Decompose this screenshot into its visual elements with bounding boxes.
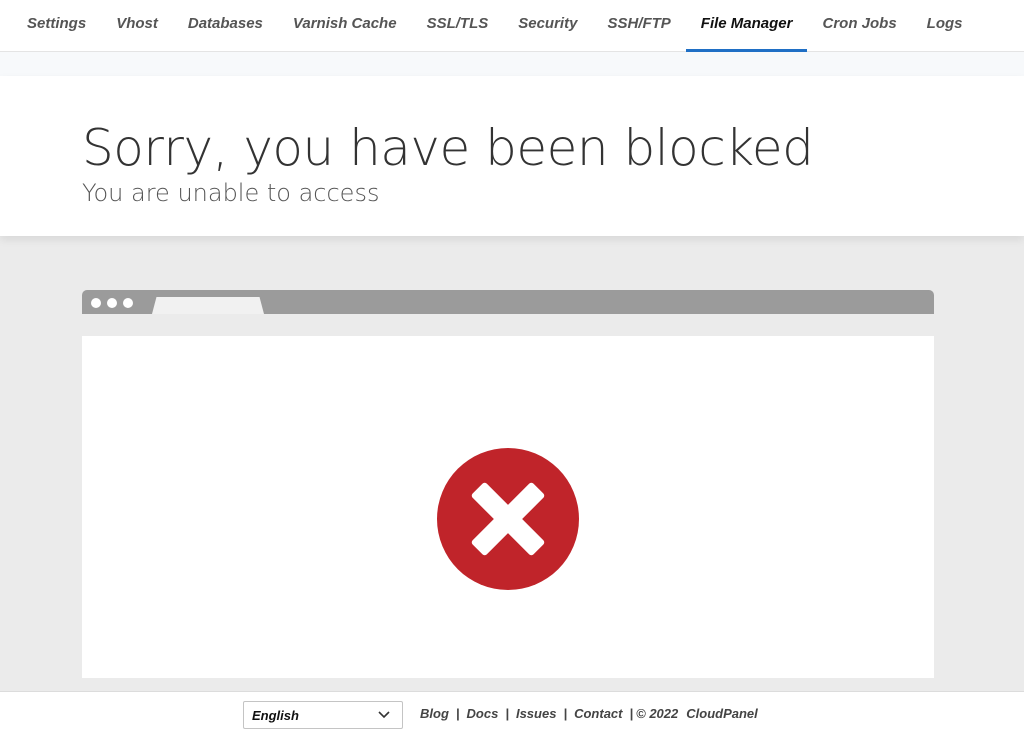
brand-name: CloudPanel [686, 706, 758, 721]
page-title: Sorry, you have been blocked [82, 119, 814, 177]
content-area [0, 236, 1024, 692]
tab-label: Varnish Cache [292, 15, 397, 32]
nav-strip [0, 52, 1024, 76]
tab-varnish-cache[interactable]: Varnish Cache [278, 0, 412, 51]
window-dot-icon [107, 298, 117, 308]
tab-label: Security [518, 15, 578, 32]
x-circle-icon [437, 448, 579, 590]
tab-label: Vhost [116, 15, 158, 32]
footer-link-contact[interactable]: Contact [574, 706, 622, 721]
footer-separator: | [505, 706, 509, 721]
page-subtitle: You are unable to access [82, 179, 380, 207]
tab-cron-jobs[interactable]: Cron Jobs [807, 0, 911, 51]
footer-separator: | [563, 706, 568, 721]
tab-vhost[interactable]: Vhost [101, 0, 173, 51]
tab-label: Cron Jobs [822, 15, 897, 32]
chevron-down-icon [378, 711, 390, 719]
tab-ssh-ftp[interactable]: SSH/FTP [592, 0, 685, 51]
tab-label: SSH/FTP [607, 15, 671, 32]
language-value: English [252, 708, 299, 723]
tab-label: Databases [187, 15, 263, 32]
footer-separator: | [455, 706, 460, 721]
tab-settings[interactable]: Settings [12, 0, 101, 51]
browser-illustration [82, 290, 934, 678]
footer: English Blog | Docs | Issues | Contact |… [0, 691, 1024, 730]
footer-links: Blog | Docs | Issues | Contact | © 2022 … [420, 706, 758, 721]
block-header: Sorry, you have been blocked You are una… [0, 76, 1024, 236]
copyright-text: © 2022 [636, 706, 679, 721]
tab-file-manager[interactable]: File Manager [685, 0, 808, 52]
tab-logs[interactable]: Logs [912, 0, 978, 51]
tab-label: SSL/TLS [426, 15, 489, 32]
tab-ssl-tls[interactable]: SSL/TLS [412, 0, 504, 51]
tab-databases[interactable]: Databases [173, 0, 278, 51]
tab-label: Settings [27, 15, 87, 32]
top-navigation: Settings Vhost Databases Varnish Cache S… [0, 0, 1024, 52]
tab-label: Logs [926, 15, 963, 32]
window-dot-icon [123, 298, 133, 308]
footer-link-docs[interactable]: Docs [467, 706, 499, 721]
language-select[interactable]: English [243, 701, 403, 729]
browser-tab-shape [152, 297, 264, 314]
footer-link-issues[interactable]: Issues [516, 706, 556, 721]
footer-link-blog[interactable]: Blog [420, 706, 449, 721]
browser-window [82, 336, 934, 678]
browser-title-bar [82, 290, 934, 314]
tab-label: File Manager [700, 15, 793, 32]
tab-security[interactable]: Security [503, 0, 592, 51]
window-dot-icon [91, 298, 101, 308]
footer-separator: | [629, 706, 634, 721]
